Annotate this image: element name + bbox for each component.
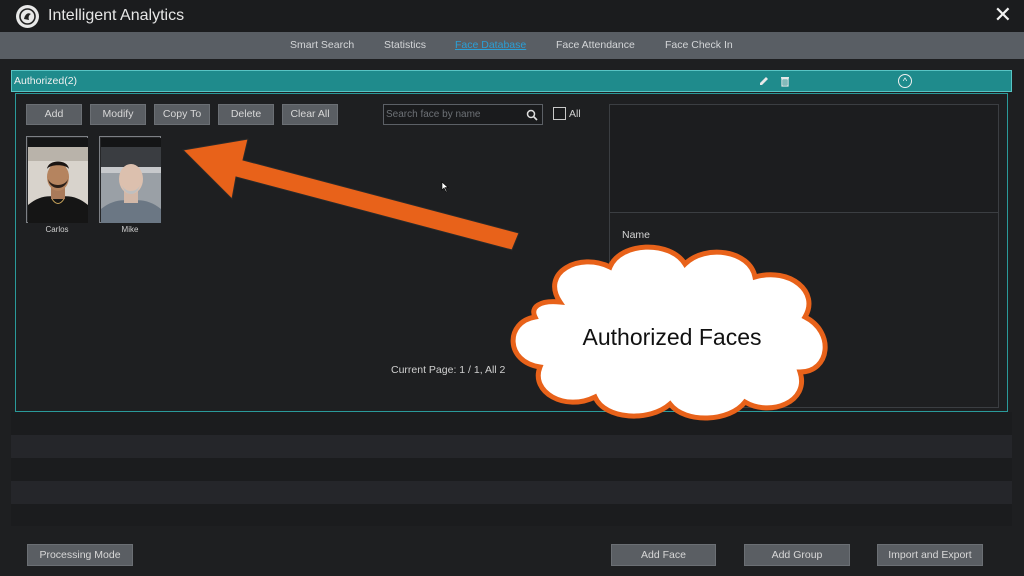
face-card-mike[interactable]: Mike — [99, 136, 161, 234]
group-row-empty — [11, 481, 1012, 504]
select-all-checkbox[interactable] — [553, 107, 566, 120]
delete-button[interactable]: Delete — [218, 104, 274, 125]
add-group-button[interactable]: Add Group — [744, 544, 850, 566]
face-name: Carlos — [45, 225, 69, 234]
face-detail-panel: Name ...day — [609, 104, 999, 408]
face-preview — [610, 105, 998, 213]
face-thumbnail — [26, 136, 88, 223]
tab-smart-search[interactable]: Smart Search — [290, 39, 354, 51]
nav-bar: Smart Search Statistics Face Database Fa… — [0, 32, 1024, 59]
mouse-cursor-icon — [441, 181, 449, 193]
face-card-carlos[interactable]: Carlos — [26, 136, 88, 234]
callout-text: Authorized Faces — [582, 324, 762, 350]
face-photo — [101, 147, 161, 223]
group-row-empty — [11, 412, 1012, 435]
group-title: Authorized(2) — [14, 75, 78, 87]
close-icon[interactable]: ✕ — [994, 3, 1012, 27]
face-name: Mike — [121, 225, 139, 234]
clear-all-button[interactable]: Clear All — [282, 104, 338, 125]
modify-button[interactable]: Modify — [90, 104, 146, 125]
app-logo-icon — [16, 5, 39, 28]
group-row-empty — [11, 504, 1012, 526]
face-thumbnail — [99, 136, 161, 223]
copy-to-button[interactable]: Copy To — [154, 104, 210, 125]
edit-icon[interactable] — [757, 74, 771, 88]
import-export-button[interactable]: Import and Export — [877, 544, 983, 566]
pagination-status: Current Page: 1 / 1, All 2 — [391, 364, 506, 376]
detail-name-label: Name — [622, 229, 651, 241]
group-row-empty — [11, 458, 1012, 481]
trash-icon[interactable] — [778, 74, 792, 88]
add-button[interactable]: Add — [26, 104, 82, 125]
select-all-label: All — [569, 108, 581, 120]
title-bar: Intelligent Analytics ✕ — [0, 0, 1024, 32]
tab-statistics[interactable]: Statistics — [384, 39, 426, 51]
face-photo — [28, 147, 88, 223]
group-row-empty — [11, 435, 1012, 458]
search-box — [383, 104, 543, 125]
app-title: Intelligent Analytics — [48, 7, 185, 24]
collapse-icon[interactable]: ^ — [898, 74, 912, 88]
tab-face-attendance[interactable]: Face Attendance — [556, 39, 635, 51]
group-header-authorized[interactable]: Authorized(2) ^ — [11, 70, 1012, 92]
search-icon[interactable] — [526, 108, 538, 126]
tab-face-check-in[interactable]: Face Check In — [665, 39, 733, 51]
add-face-button[interactable]: Add Face — [611, 544, 716, 566]
tab-face-database[interactable]: Face Database — [455, 39, 526, 51]
search-input[interactable] — [386, 107, 522, 122]
face-group-panel: Add Modify Copy To Delete Clear All All … — [15, 93, 1008, 412]
processing-mode-button[interactable]: Processing Mode — [27, 544, 133, 566]
detail-birthday-label: ...day — [622, 256, 648, 268]
